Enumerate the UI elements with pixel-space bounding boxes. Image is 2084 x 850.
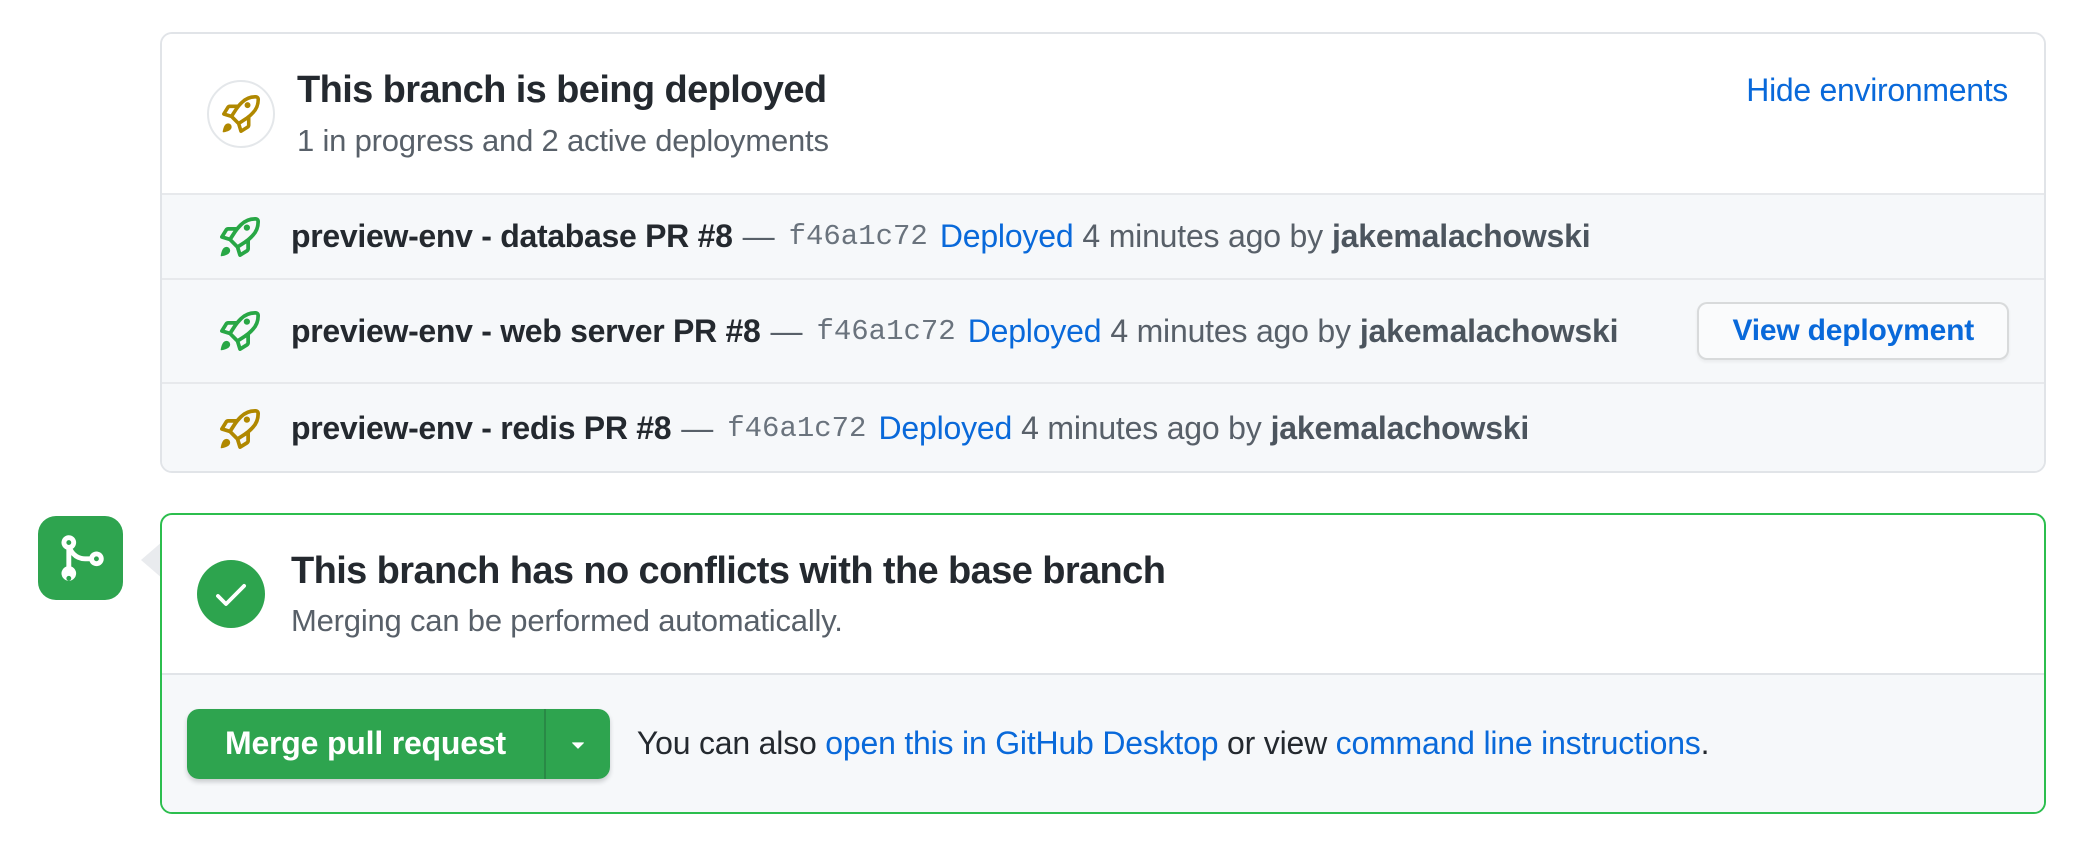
- merge-status-subtitle: Merging can be performed automatically.: [291, 603, 843, 639]
- deployment-row-redis: preview-env - redis PR #8 — f46a1c72 Dep…: [162, 382, 2044, 471]
- merge-actions-footer: Merge pull request You can also open thi…: [162, 673, 2044, 812]
- check-circle-badge: [197, 560, 265, 628]
- deployments-title: This branch is being deployed: [297, 69, 827, 112]
- deployment-row-database: preview-env - database PR #8 — f46a1c72 …: [162, 193, 2044, 278]
- commit-sha: f46a1c72: [727, 412, 867, 445]
- check-icon: [211, 574, 251, 614]
- github-desktop-link[interactable]: open this in GitHub Desktop: [825, 725, 1218, 761]
- deployment-name: preview-env - database PR #8: [291, 218, 733, 254]
- hide-environments-link[interactable]: Hide environments: [1746, 72, 2008, 109]
- deployment-time: 4 minutes ago by: [1110, 312, 1351, 349]
- deployments-header-text: This branch is being deployed 1 in progr…: [297, 68, 829, 159]
- git-merge-icon: [55, 532, 107, 584]
- alt-text-prefix: You can also: [636, 725, 826, 761]
- chevron-down-icon: [565, 731, 591, 757]
- merge-options-dropdown-button[interactable]: [543, 708, 610, 779]
- separator-dash: —: [742, 218, 775, 254]
- separator-dash: —: [681, 410, 714, 446]
- separator-dash: —: [770, 312, 803, 349]
- deployed-link[interactable]: Deployed: [940, 218, 1074, 255]
- rocket-icon: [220, 311, 260, 351]
- deployment-author: jakemalachowski: [1331, 218, 1591, 254]
- alt-text-middle: or view: [1218, 725, 1336, 761]
- merge-status-title: This branch has no conflicts with the ba…: [291, 549, 1166, 592]
- deployment-time: 4 minutes ago by: [1021, 410, 1262, 446]
- git-merge-timeline-badge: [38, 516, 123, 600]
- rocket-icon: [220, 217, 260, 257]
- merge-header-text: This branch has no conflicts with the ba…: [291, 549, 1166, 640]
- deployment-name: preview-env - web server PR #8: [291, 312, 761, 349]
- merge-status-header: This branch has no conflicts with the ba…: [162, 515, 2044, 673]
- merge-alternatives-text: You can also open this in GitHub Desktop…: [636, 725, 1710, 762]
- merge-status-card: This branch has no conflicts with the ba…: [160, 513, 2046, 814]
- merge-pull-request-button[interactable]: Merge pull request: [187, 708, 544, 779]
- deployment-row-web-server: preview-env - web server PR #8 — f46a1c7…: [162, 278, 2044, 382]
- alt-text-suffix: .: [1700, 725, 1710, 761]
- deployments-card: This branch is being deployed 1 in progr…: [160, 32, 2046, 473]
- deployed-link[interactable]: Deployed: [968, 313, 1102, 350]
- deployment-author: jakemalachowski: [1359, 312, 1619, 349]
- deployments-header: This branch is being deployed 1 in progr…: [162, 34, 2044, 193]
- commit-sha: f46a1c72: [816, 314, 956, 348]
- merge-button-group: Merge pull request: [187, 708, 610, 779]
- deployed-link[interactable]: Deployed: [878, 410, 1012, 447]
- commit-sha: f46a1c72: [788, 220, 928, 253]
- deployment-name: preview-env - redis PR #8: [291, 410, 672, 446]
- rocket-icon: [220, 409, 260, 449]
- rocket-icon: [222, 95, 260, 133]
- deployment-time: 4 minutes ago by: [1082, 218, 1323, 254]
- command-line-instructions-link[interactable]: command line instructions: [1336, 725, 1701, 761]
- deployment-author: jakemalachowski: [1270, 410, 1530, 446]
- rocket-circle-badge: [207, 79, 275, 148]
- view-deployment-button[interactable]: View deployment: [1697, 302, 2009, 360]
- deployments-subtitle: 1 in progress and 2 active deployments: [297, 122, 829, 158]
